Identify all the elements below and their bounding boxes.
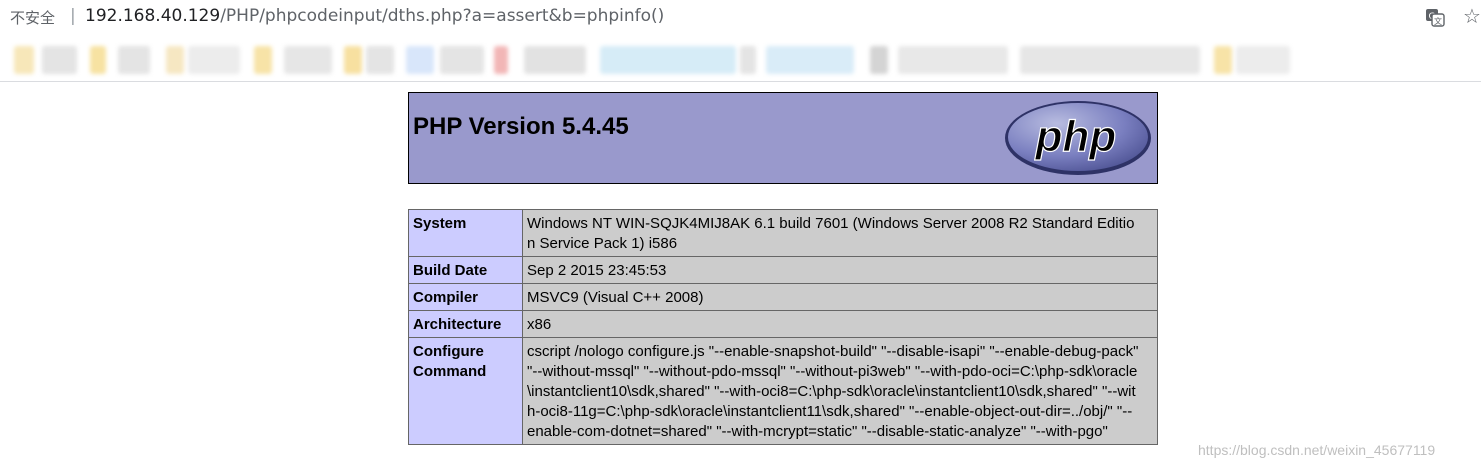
row-key: Architecture: [408, 310, 523, 338]
bookmark-item[interactable]: [406, 46, 434, 74]
address-separator: |: [70, 6, 76, 26]
bookmark-item[interactable]: [1020, 46, 1200, 74]
row-key: Compiler: [408, 283, 523, 311]
watermark-text: https://blog.csdn.net/weixin_45677119: [1198, 442, 1436, 458]
bookmark-item[interactable]: [494, 46, 508, 74]
url-path[interactable]: /PHP/phpcodeinput/dths.php?a=assert&b=ph…: [220, 6, 664, 26]
bookmark-item[interactable]: [1236, 46, 1290, 74]
bookmark-item[interactable]: [188, 46, 240, 74]
bookmark-item[interactable]: [524, 46, 586, 74]
row-key: Configure Command: [408, 337, 523, 445]
bookmark-item[interactable]: [118, 46, 150, 74]
address-bar[interactable]: 不安全 | 192.168.40.129/PHP/phpcodeinput/dt…: [0, 0, 1481, 36]
bookmark-item[interactable]: [1214, 46, 1232, 74]
bookmark-item[interactable]: [254, 46, 272, 74]
bookmark-item[interactable]: [898, 46, 1008, 74]
phpinfo-header: PHP Version 5.4.45 php: [408, 92, 1158, 184]
row-key: Build Date: [408, 256, 523, 284]
row-value: Windows NT WIN-SQJK4MIJ8AK 6.1 build 760…: [522, 209, 1158, 257]
page-title: PHP Version 5.4.45: [413, 113, 629, 140]
table-row: Configure Command cscript /nologo configu…: [408, 337, 1158, 445]
url-text[interactable]: 192.168.40.129/PHP/phpcodeinput/dths.php…: [85, 6, 664, 26]
url-host[interactable]: 192.168.40.129: [85, 6, 220, 26]
table-row: Architecture x86: [408, 310, 1158, 338]
row-value: Sep 2 2015 23:45:53: [522, 256, 1158, 284]
bookmark-item[interactable]: [870, 46, 888, 74]
php-logo-text: php: [1035, 112, 1117, 161]
table-row: Compiler MSVC9 (Visual C++ 2008): [408, 283, 1158, 311]
security-status-label[interactable]: 不安全: [10, 7, 55, 28]
bookmark-item[interactable]: [766, 46, 854, 74]
bookmark-item[interactable]: [740, 46, 756, 74]
phpinfo-center: PHP Version 5.4.45 php System Windows NT …: [408, 92, 1158, 445]
bookmark-item[interactable]: [166, 46, 184, 74]
row-value: cscript /nologo configure.js "--enable-s…: [522, 337, 1158, 445]
bookmark-item[interactable]: [440, 46, 484, 74]
table-row: System Windows NT WIN-SQJK4MIJ8AK 6.1 bui…: [408, 209, 1158, 257]
bookmark-item[interactable]: [366, 46, 394, 74]
bookmark-item[interactable]: [42, 46, 77, 74]
row-value: x86: [522, 310, 1158, 338]
table-row: Build Date Sep 2 2015 23:45:53: [408, 256, 1158, 284]
phpinfo-system-table: System Windows NT WIN-SQJK4MIJ8AK 6.1 bui…: [408, 209, 1158, 445]
bookmark-star-icon[interactable]: ☆: [1463, 4, 1481, 28]
bookmark-item[interactable]: [14, 46, 34, 74]
translate-icon[interactable]: G 文: [1425, 7, 1445, 27]
bookmarks-bar: [0, 36, 1481, 82]
php-logo[interactable]: php: [1003, 99, 1153, 177]
row-value: MSVC9 (Visual C++ 2008): [522, 283, 1158, 311]
bookmark-item[interactable]: [344, 46, 362, 74]
svg-text:文: 文: [1434, 16, 1442, 26]
bookmark-item[interactable]: [90, 46, 106, 74]
bookmark-item[interactable]: [600, 46, 736, 74]
row-key: System: [408, 209, 523, 257]
bookmark-item[interactable]: [284, 46, 332, 74]
